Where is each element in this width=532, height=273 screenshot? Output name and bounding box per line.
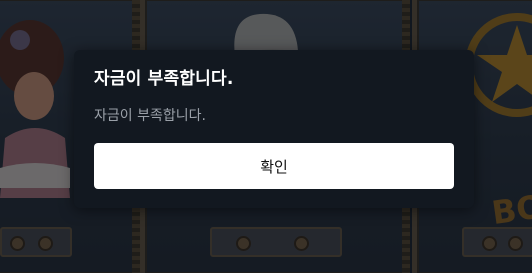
dialog-message: 자금이 부족합니다. (94, 108, 206, 124)
dialog-title: 자금이 부족합니다. (94, 69, 234, 89)
insufficient-funds-dialog: 자금이 부족합니다. 자금이 부족합니다. 확인 (74, 50, 474, 208)
confirm-button[interactable]: 확인 (94, 143, 454, 189)
